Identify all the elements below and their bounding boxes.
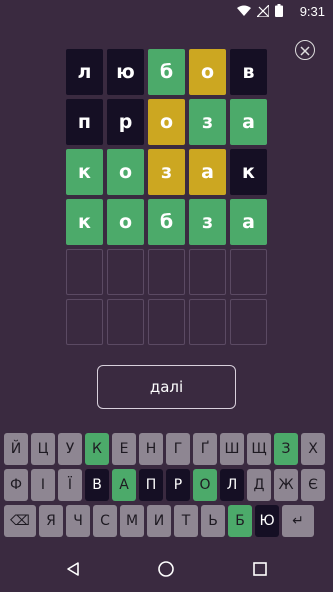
keyboard-row: ФІЇВАПРОЛДЖЄ	[4, 469, 329, 501]
letter-tile	[66, 299, 103, 345]
guess-row: козак	[66, 149, 267, 195]
letter-tile	[189, 249, 226, 295]
key[interactable]: С	[93, 505, 117, 537]
guess-row	[66, 299, 267, 345]
letter-tile	[107, 299, 144, 345]
letter-tile: а	[230, 199, 267, 245]
key[interactable]: Г	[166, 433, 190, 465]
letter-tile	[230, 299, 267, 345]
key[interactable]: Щ	[247, 433, 271, 465]
key[interactable]: І	[31, 469, 55, 501]
guess-row	[66, 249, 267, 295]
wifi-icon	[237, 5, 251, 21]
letter-tile	[66, 249, 103, 295]
key[interactable]: Л	[220, 469, 244, 501]
letter-tile: б	[148, 49, 185, 95]
key[interactable]: Я	[39, 505, 63, 537]
key[interactable]: Й	[4, 433, 28, 465]
letter-tile: о	[107, 199, 144, 245]
key[interactable]: К	[85, 433, 109, 465]
key[interactable]: Х	[301, 433, 325, 465]
key[interactable]: Е	[112, 433, 136, 465]
letter-tile: в	[230, 49, 267, 95]
key[interactable]: Ф	[4, 469, 28, 501]
letter-tile: к	[66, 199, 103, 245]
letter-tile	[189, 299, 226, 345]
status-time: 9:31	[299, 4, 325, 19]
key[interactable]: З	[274, 433, 298, 465]
letter-tile: к	[230, 149, 267, 195]
letter-tile	[148, 299, 185, 345]
key[interactable]: П	[139, 469, 163, 501]
letter-tile: о	[189, 49, 226, 95]
letter-tile: ю	[107, 49, 144, 95]
key[interactable]: Ц	[31, 433, 55, 465]
guess-row: проза	[66, 99, 267, 145]
home-icon[interactable]	[155, 558, 177, 580]
letter-tile	[107, 249, 144, 295]
no-signal-icon	[255, 3, 270, 21]
key[interactable]: Ю	[255, 505, 279, 537]
letter-tile	[148, 249, 185, 295]
keyboard-row: ЙЦУКЕНГҐШЩЗХ	[4, 433, 329, 465]
letter-tile: б	[148, 199, 185, 245]
key[interactable]: Р	[166, 469, 190, 501]
key[interactable]: И	[147, 505, 171, 537]
key[interactable]: Ґ	[193, 433, 217, 465]
key[interactable]: Ь	[201, 505, 225, 537]
backspace-key[interactable]: ⌫	[4, 505, 36, 537]
key[interactable]: Т	[174, 505, 198, 537]
battery-icon	[275, 4, 283, 21]
close-icon	[300, 41, 310, 60]
letter-tile: к	[66, 149, 103, 195]
status-bar: 9:31	[0, 0, 333, 24]
letter-tile: о	[148, 99, 185, 145]
navigation-bar	[0, 546, 333, 592]
next-button[interactable]: далі	[97, 365, 236, 409]
enter-key[interactable]: ↵	[282, 505, 314, 537]
key[interactable]: Ч	[66, 505, 90, 537]
key[interactable]: Н	[139, 433, 163, 465]
letter-tile: з	[189, 99, 226, 145]
letter-tile: а	[230, 99, 267, 145]
guess-grid: любовпрозакозаккобза	[66, 49, 267, 349]
key[interactable]: Ж	[274, 469, 298, 501]
on-screen-keyboard: Й Ц У К Е Н Г Ґ Ш Щ З Х Ф І Ї В А П Р О Л Д Ж Є ⌫ Я Ч С М И Т Ь Б Ю ↵	[4, 433, 329, 541]
letter-tile: п	[66, 99, 103, 145]
key[interactable]: О	[193, 469, 217, 501]
key[interactable]: М	[120, 505, 144, 537]
key[interactable]: В	[85, 469, 109, 501]
letter-tile: л	[66, 49, 103, 95]
key[interactable]: Д	[247, 469, 271, 501]
key[interactable]: Ї	[58, 469, 82, 501]
status-icons	[237, 3, 283, 21]
key[interactable]: Ш	[220, 433, 244, 465]
letter-tile: о	[107, 149, 144, 195]
key[interactable]: У	[58, 433, 82, 465]
letter-tile: з	[148, 149, 185, 195]
key[interactable]: Є	[301, 469, 325, 501]
letter-tile: р	[107, 99, 144, 145]
letter-tile: з	[189, 199, 226, 245]
back-icon[interactable]	[62, 558, 84, 580]
close-button[interactable]	[295, 40, 315, 60]
guess-row: любов	[66, 49, 267, 95]
letter-tile: а	[189, 149, 226, 195]
key[interactable]: Б	[228, 505, 252, 537]
guess-row: кобза	[66, 199, 267, 245]
recents-icon[interactable]	[249, 558, 271, 580]
keyboard-row: ⌫ Я Ч С М И Т Ь Б Ю ↵	[4, 505, 329, 537]
letter-tile	[230, 249, 267, 295]
key[interactable]: А	[112, 469, 136, 501]
